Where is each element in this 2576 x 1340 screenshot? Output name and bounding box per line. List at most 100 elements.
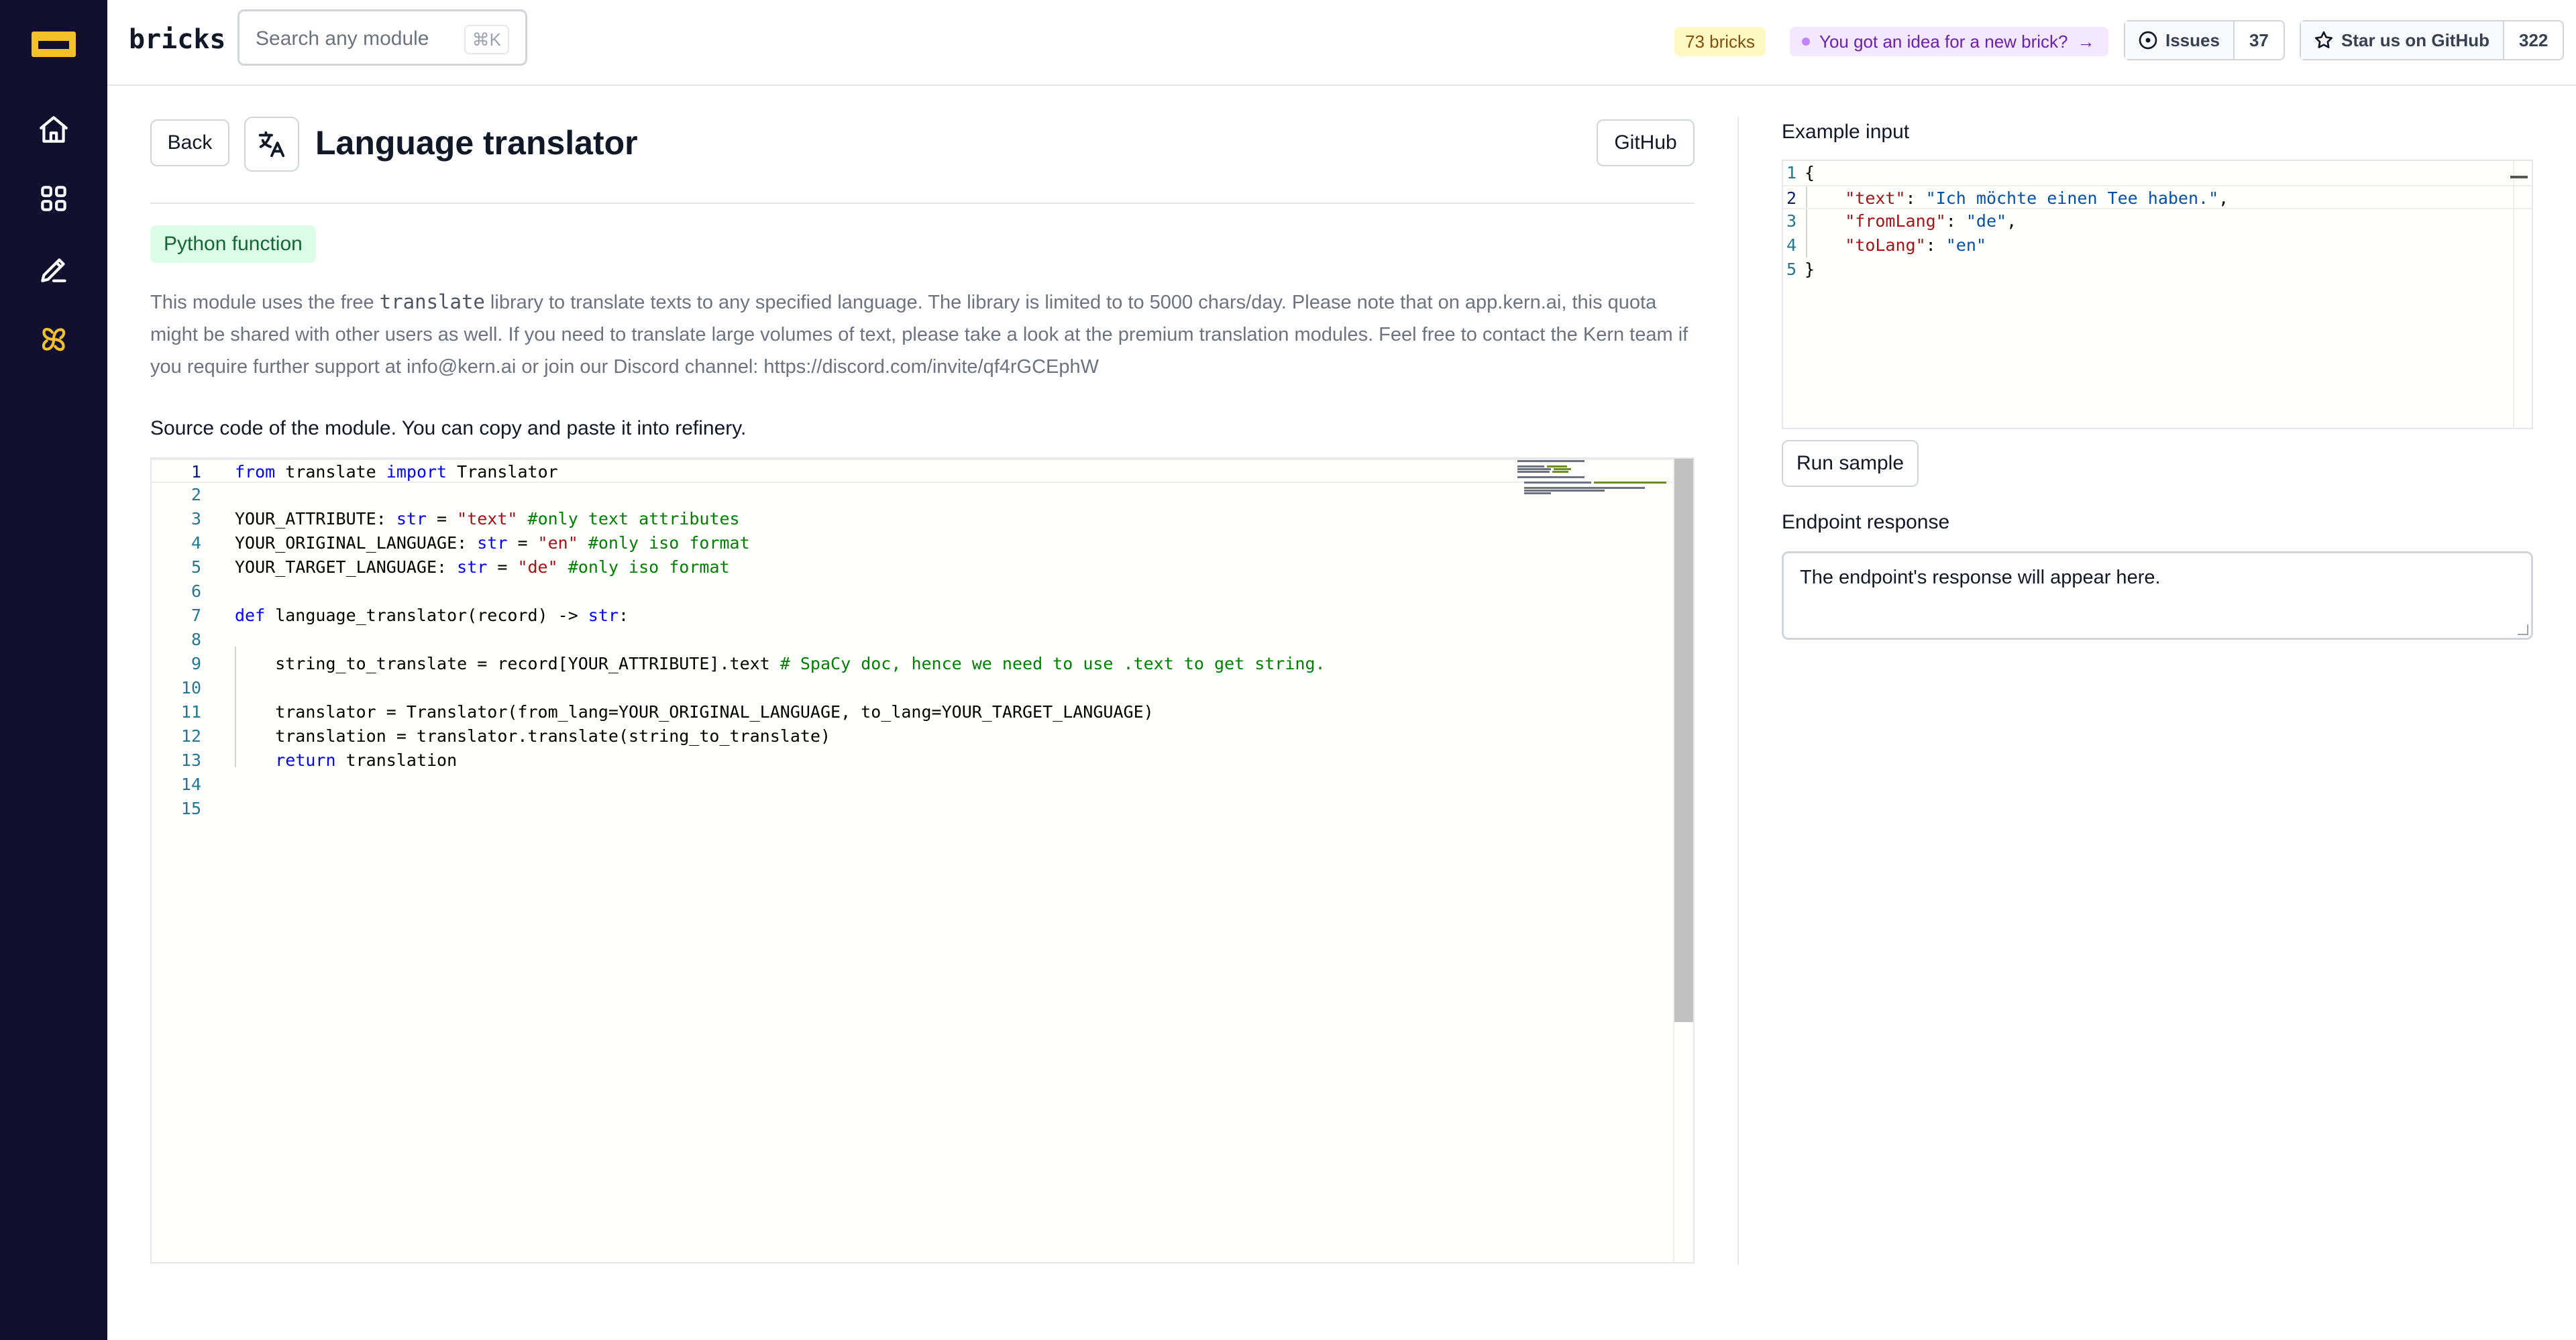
code-line[interactable]: 13 return translation [152, 748, 1693, 773]
code-line[interactable]: 2 "text": "Ich möchte einen Tee haben.", [1783, 185, 2532, 209]
code-line[interactable]: 2 [152, 483, 1693, 507]
header-divider [150, 203, 1695, 204]
line-number: 4 [1786, 235, 1796, 255]
line-number: 12 [180, 726, 201, 746]
line-number: 3 [191, 509, 201, 528]
code-text: } [1805, 260, 1815, 279]
panel-divider [1737, 117, 1739, 1265]
line-number: 1 [1786, 163, 1796, 182]
github-button[interactable]: GitHub [1597, 119, 1695, 166]
search-shortcut: ⌘K [464, 25, 509, 54]
code-text: translation = translator.translate(strin… [235, 726, 831, 746]
line-number: 2 [191, 485, 201, 504]
source-code-label: Source code of the module. You can copy … [150, 417, 747, 439]
resize-handle-icon[interactable] [2518, 624, 2528, 635]
star-label: Star us on GitHub [2341, 30, 2489, 50]
code-line[interactable]: 9 string_to_translate = record[YOUR_ATTR… [152, 652, 1693, 676]
code-line[interactable]: 1{ [1783, 161, 2532, 185]
scrollbar-track [2513, 161, 2514, 428]
line-number: 15 [180, 799, 201, 818]
code-text: return translation [275, 750, 458, 770]
line-number: 5 [191, 557, 201, 577]
code-text: from translate import Translator [235, 462, 558, 482]
brand-name[interactable]: bricks [129, 24, 226, 55]
code-line[interactable]: 4 YOUR_ORIGINAL_LANGUAGE: str = "en" #onl… [152, 531, 1693, 555]
issues-button-group[interactable]: Issues 37 [2124, 20, 2285, 60]
translate-icon [244, 117, 299, 172]
code-line[interactable]: 7 def language_translator(record) -> str: [152, 604, 1693, 628]
pen-icon[interactable] [34, 249, 74, 290]
description-code: translate [379, 290, 485, 313]
description-text-start: This module uses the free [150, 292, 380, 313]
line-number: 11 [180, 702, 201, 722]
type-tag: Python function [150, 225, 316, 263]
code-text: translator = Translator(from_lang=YOUR_O… [235, 702, 1154, 722]
code-minimap[interactable] [1517, 459, 1672, 499]
search-input[interactable]: Search any module ⌘K [237, 9, 527, 66]
code-line[interactable]: 4 "toLang": "en" [1783, 233, 2532, 258]
pinwheel-icon[interactable] [34, 319, 74, 359]
code-text: YOUR_ORIGINAL_LANGUAGE: str = "en" #only… [235, 533, 750, 553]
line-number: 3 [1786, 211, 1796, 231]
code-text: "text": "Ich möchte einen Tee haben.", [1845, 188, 2229, 208]
line-number: 5 [1786, 260, 1796, 279]
home-icon[interactable] [34, 110, 74, 150]
code-line[interactable]: 10 [152, 676, 1693, 700]
code-text: "fromLang": "de", [1845, 211, 2017, 231]
github-star-group[interactable]: Star us on GitHub 322 [2300, 20, 2565, 60]
code-text: string_to_translate = record[YOUR_ATTRIB… [235, 654, 1326, 673]
arrow-right-icon: → [2077, 32, 2095, 52]
star-button[interactable]: Star us on GitHub [2301, 21, 2504, 59]
issues-label: Issues [2165, 30, 2220, 50]
new-brick-idea-link[interactable]: You got an idea for a new brick? → [1790, 27, 2108, 56]
code-line[interactable]: 15 [152, 797, 1693, 821]
line-number: 9 [191, 654, 201, 673]
page-title: Language translator [315, 124, 638, 162]
grid-icon[interactable] [34, 178, 74, 219]
code-text: { [1805, 163, 1815, 182]
back-button[interactable]: Back [150, 119, 229, 166]
code-line[interactable]: 6 [152, 579, 1693, 604]
idea-text: You got an idea for a new brick? [1819, 32, 2068, 52]
code-line[interactable]: 8 [152, 628, 1693, 652]
issues-count: 37 [2249, 30, 2269, 50]
line-number: 6 [191, 581, 201, 601]
code-text: def language_translator(record) -> str: [235, 606, 629, 625]
bricks-count-badge: 73 bricks [1674, 27, 1766, 56]
code-line[interactable]: 14 [152, 773, 1693, 797]
issue-icon [2139, 31, 2157, 50]
line-number: 4 [191, 533, 201, 553]
code-line[interactable]: 5} [1783, 258, 2532, 282]
code-line[interactable]: 3 YOUR_ATTRIBUTE: str = "text" #only text… [152, 507, 1693, 531]
search-placeholder: Search any module [256, 27, 429, 50]
code-line[interactable]: 11 translator = Translator(from_lang=YOU… [152, 700, 1693, 724]
endpoint-response-label: Endpoint response [1782, 511, 1950, 533]
line-number: 14 [180, 775, 201, 794]
endpoint-response-placeholder: The endpoint's response will appear here… [1800, 567, 2161, 588]
code-text: "toLang": "en" [1845, 235, 1986, 255]
line-number: 1 [191, 462, 201, 482]
minimap-marker [2510, 176, 2528, 178]
module-description: This module uses the free translate libr… [150, 286, 1700, 383]
star-icon [2314, 31, 2333, 48]
issues-button[interactable]: Issues [2125, 21, 2235, 59]
endpoint-response-field[interactable]: The endpoint's response will appear here… [1782, 551, 2533, 640]
dot-icon [1802, 38, 1810, 46]
example-input-label: Example input [1782, 121, 1910, 143]
code-line[interactable]: 3 "fromLang": "de", [1783, 209, 2532, 233]
line-number: 13 [180, 750, 201, 770]
line-number: 7 [191, 606, 201, 625]
star-count: 322 [2519, 30, 2548, 50]
code-text: YOUR_ATTRIBUTE: str = "text" #only text … [235, 509, 740, 528]
code-line[interactable]: 1 from translate import Translator [152, 459, 1693, 483]
run-sample-button[interactable]: Run sample [1782, 440, 1919, 487]
example-input-editor[interactable]: 1{2 "text": "Ich möchte einen Tee haben.… [1782, 160, 2533, 429]
logo-icon[interactable] [32, 32, 76, 57]
code-editor[interactable]: 1 from translate import Translator 2 3 YOUR_… [150, 457, 1695, 1264]
sidebar [0, 0, 107, 1340]
line-number: 8 [191, 630, 201, 649]
scrollbar-thumb[interactable] [1674, 459, 1693, 1022]
code-text: YOUR_TARGET_LANGUAGE: str = "de" #only i… [235, 557, 730, 577]
code-line[interactable]: 5 YOUR_TARGET_LANGUAGE: str = "de" #only … [152, 555, 1693, 579]
code-line[interactable]: 12 translation = translator.translate(st… [152, 724, 1693, 748]
